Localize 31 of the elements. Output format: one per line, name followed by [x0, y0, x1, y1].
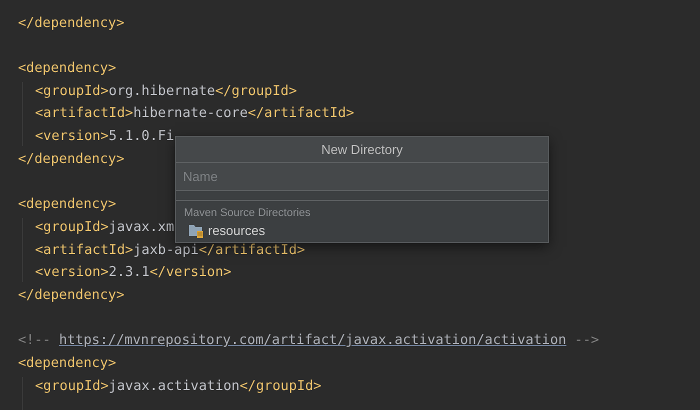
xml-tag: </groupId> [215, 80, 297, 102]
xml-tag: <groupId> [35, 216, 109, 239]
xml-tag: </version> [150, 261, 232, 284]
name-field[interactable]: Name [176, 163, 548, 191]
xml-tag: <dependency> [18, 57, 116, 80]
xml-tag: <version> [35, 125, 109, 148]
tag-value: javax.activation [108, 376, 240, 396]
xml-tag: </dependency> [18, 284, 124, 307]
popup-title: New Directory [176, 137, 548, 163]
xml-tag: </artifactId> [248, 102, 354, 126]
xml-tag: <dependency> [18, 352, 116, 375]
tag-value: javax.xm [108, 218, 174, 237]
xml-tag: </dependency> [18, 12, 124, 34]
tag-value: jaxb-api [133, 240, 199, 260]
tag-value: 2.3.1 [108, 263, 150, 282]
xml-tag: </dependency> [18, 148, 124, 170]
xml-tag: <groupId> [35, 80, 109, 102]
tag-value: hibernate-core [133, 104, 248, 124]
xml-tag: <artifactId> [35, 238, 134, 262]
xml-tag: <version> [35, 261, 109, 284]
folder-icon [188, 223, 205, 238]
comment-link[interactable]: https://mvnrepository.com/artifact/javax.activation/activation [58, 329, 566, 352]
tag-value: 5.1.0.Fi [108, 127, 174, 146]
comment-marker: <!-- [18, 331, 51, 350]
xml-tag: <dependency> [18, 193, 116, 216]
comment-marker: --> [574, 331, 600, 350]
tag-value: org.hibernate [108, 82, 216, 101]
xml-tag: <groupId> [35, 374, 109, 398]
xml-tag: </groupId> [240, 374, 322, 398]
section-header: Maven Source Directories [183, 206, 312, 221]
xml-tag: <artifactId> [35, 102, 134, 126]
